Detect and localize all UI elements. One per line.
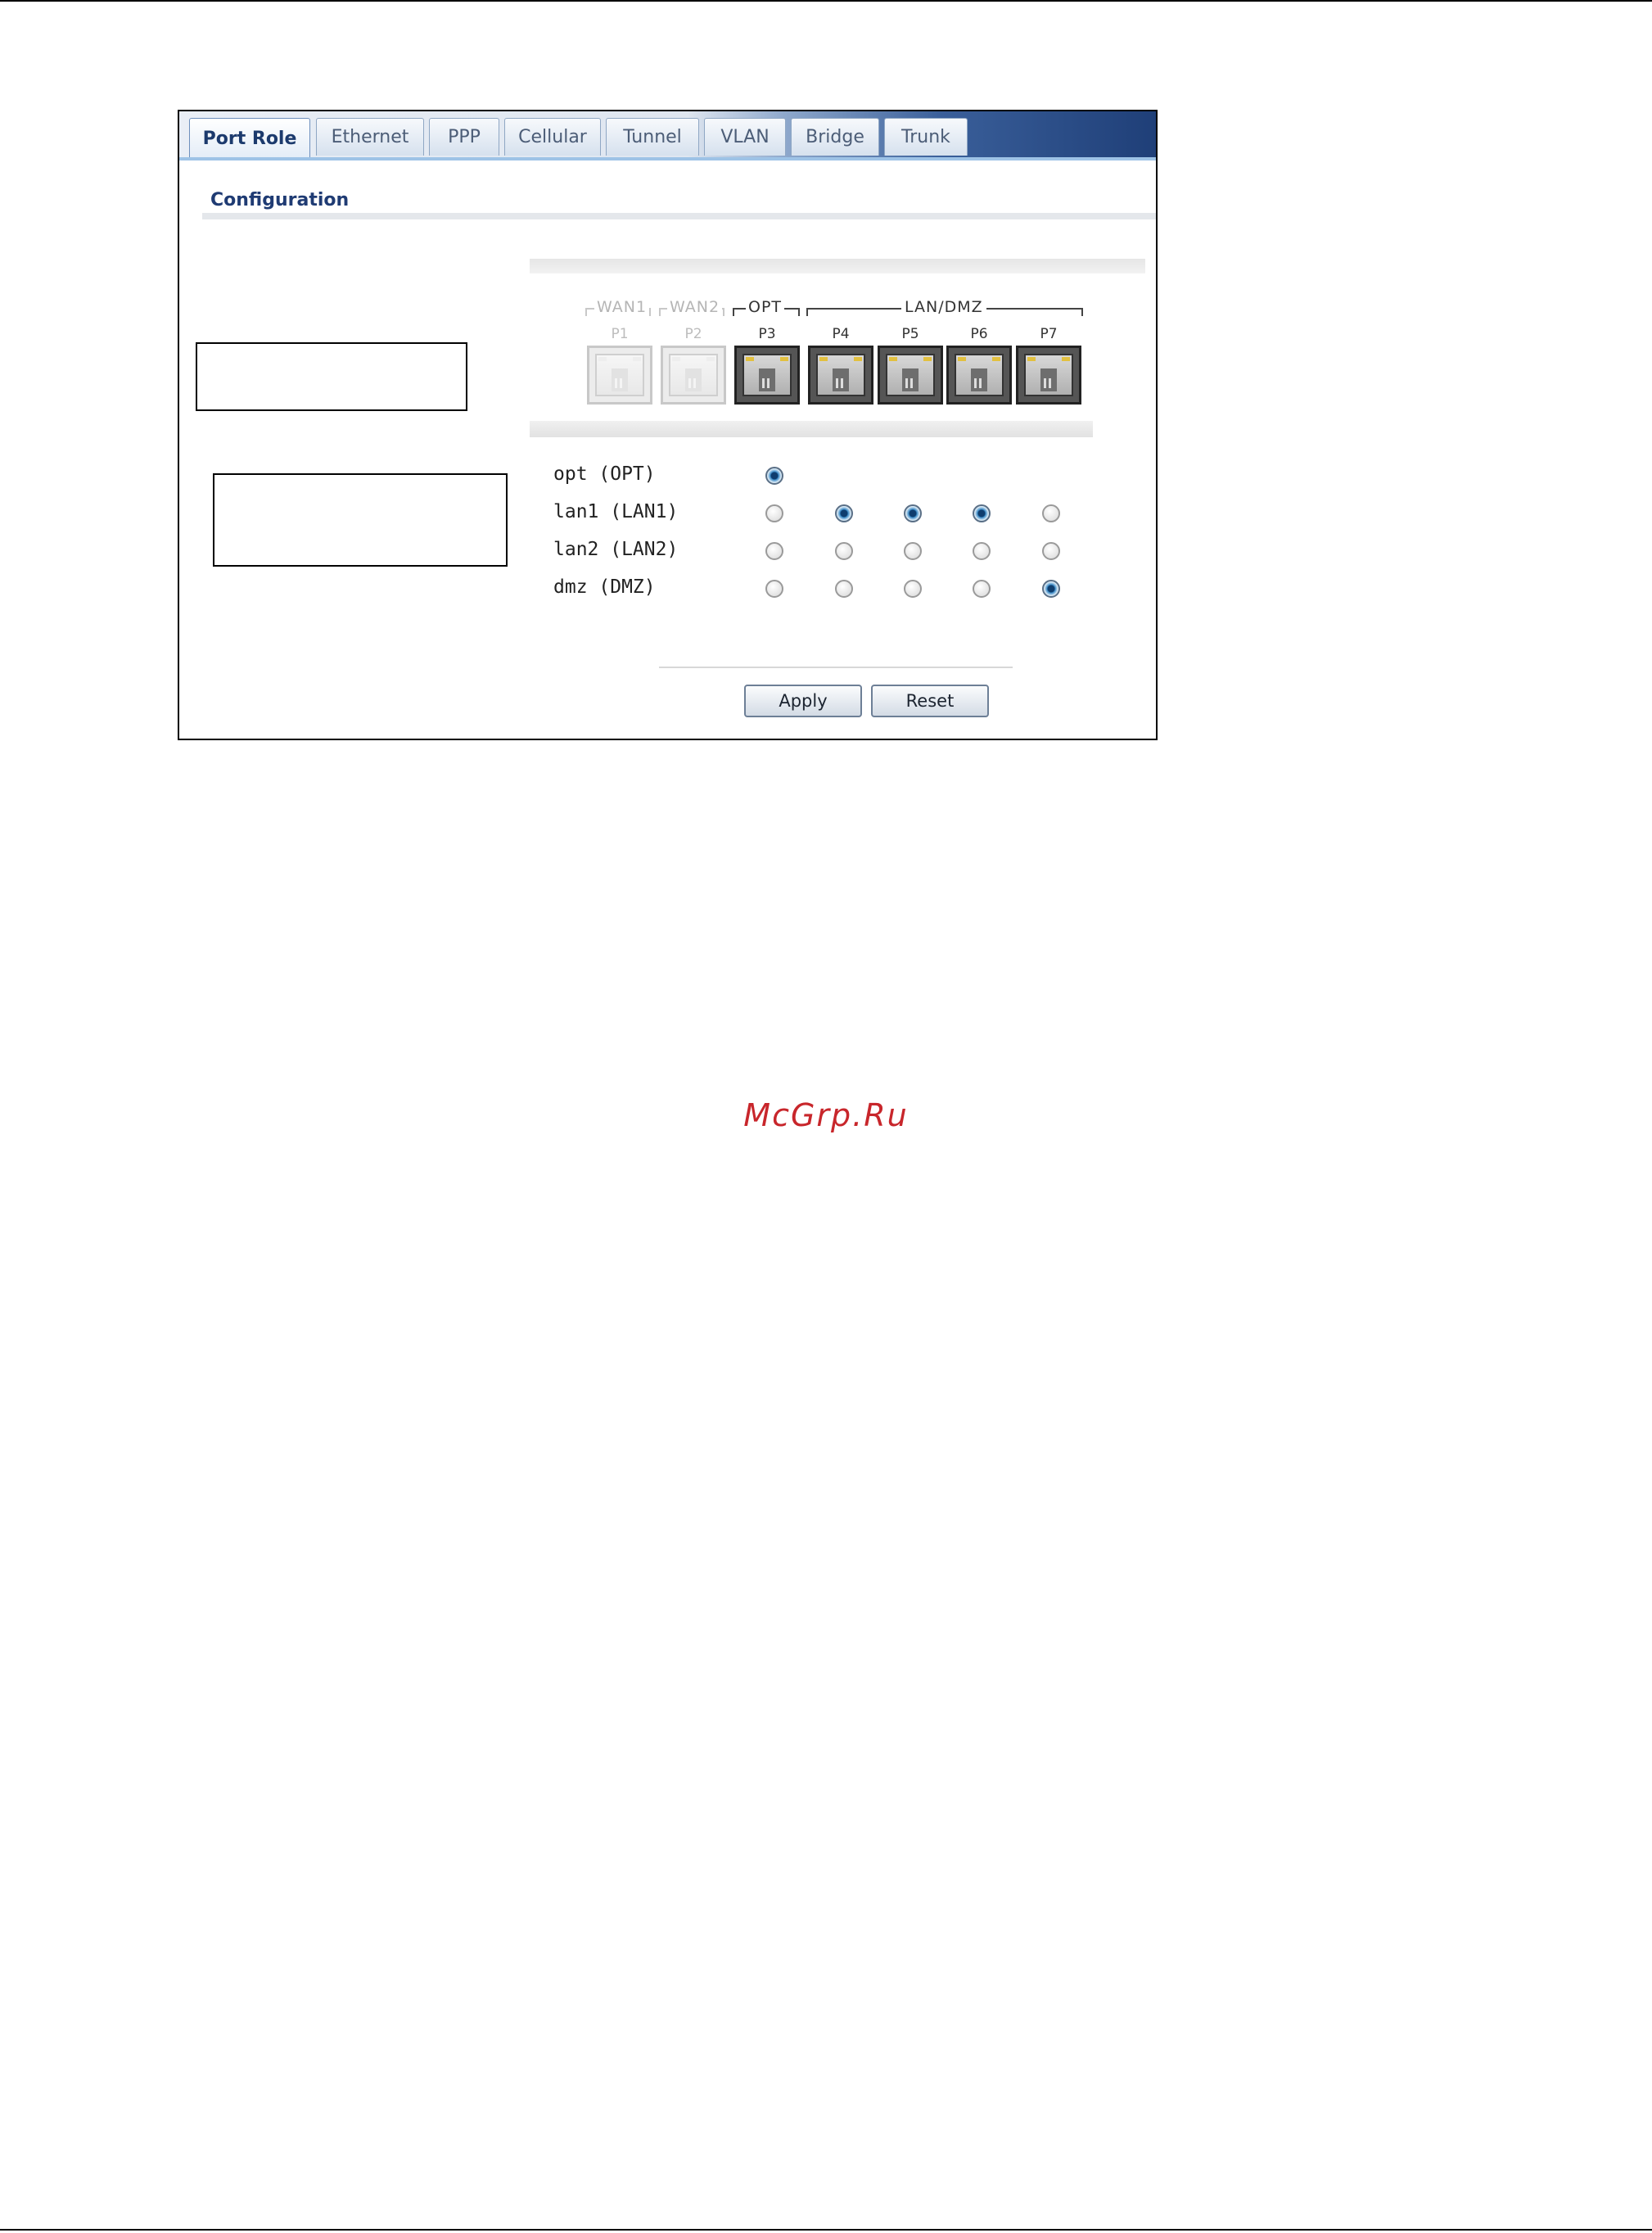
callout-box-ports xyxy=(196,342,467,411)
role-label-lan1: lan1 (LAN1) xyxy=(553,501,679,522)
ethernet-port-icon xyxy=(946,346,1012,405)
section-title: Configuration xyxy=(210,190,350,210)
ethernet-port-icon xyxy=(1016,346,1081,405)
port-panel-top-band xyxy=(530,259,1145,273)
radio-dmz-p6[interactable] xyxy=(973,580,991,598)
wan1-bracket-right xyxy=(649,308,651,316)
radio-lan2-p6[interactable] xyxy=(973,542,991,560)
port-label-p1: P1 xyxy=(611,326,629,342)
role-label-dmz: dmz (DMZ) xyxy=(553,576,656,598)
role-label-lan2: lan2 (LAN2) xyxy=(553,539,679,560)
radio-dmz-p4[interactable] xyxy=(835,580,853,598)
tab-ppp[interactable]: PPP xyxy=(429,118,499,156)
lan-dmz-bracket-right xyxy=(1081,308,1083,316)
radio-lan2-p5[interactable] xyxy=(904,542,922,560)
group-label-lan-dmz: LAN/DMZ xyxy=(901,298,986,316)
group-label-opt: OPT xyxy=(746,298,785,316)
radio-lan1-p4[interactable] xyxy=(835,504,853,522)
radio-dmz-p7[interactable] xyxy=(1042,580,1060,598)
radio-lan2-p3[interactable] xyxy=(765,542,783,560)
tab-bar-underline xyxy=(179,157,1156,160)
ethernet-port-icon xyxy=(808,346,873,405)
ethernet-port-icon xyxy=(661,346,726,405)
ethernet-port-icon xyxy=(734,346,800,405)
ethernet-port-icon xyxy=(587,346,652,405)
wan2-bracket-right xyxy=(723,308,724,316)
ethernet-port-icon xyxy=(878,346,943,405)
radio-dmz-p3[interactable] xyxy=(765,580,783,598)
apply-button[interactable]: Apply xyxy=(744,685,862,717)
tab-vlan[interactable]: VLAN xyxy=(704,118,786,156)
reset-button[interactable]: Reset xyxy=(871,685,989,717)
port-label-p3: P3 xyxy=(758,326,776,342)
radio-lan1-p7[interactable] xyxy=(1042,504,1060,522)
radio-dmz-p5[interactable] xyxy=(904,580,922,598)
section-divider xyxy=(202,213,1156,219)
callout-box-roles xyxy=(213,473,508,567)
screenshot-frame: Port Role Ethernet PPP Cellular Tunnel V… xyxy=(178,110,1158,740)
group-label-wan1: WAN1 xyxy=(594,298,650,316)
port-label-p5: P5 xyxy=(901,326,919,342)
tab-port-role[interactable]: Port Role xyxy=(189,118,310,159)
radio-lan1-p5[interactable] xyxy=(904,504,922,522)
port-label-p6: P6 xyxy=(970,326,988,342)
port-label-p2: P2 xyxy=(684,326,702,342)
tab-bar: Port Role Ethernet PPP Cellular Tunnel V… xyxy=(179,111,1156,159)
radio-lan2-p4[interactable] xyxy=(835,542,853,560)
tab-ethernet[interactable]: Ethernet xyxy=(316,118,424,156)
opt-bracket-right xyxy=(798,308,800,316)
tab-trunk[interactable]: Trunk xyxy=(884,118,968,156)
watermark: McGrp.Ru xyxy=(743,1097,909,1133)
radio-lan2-p7[interactable] xyxy=(1042,542,1060,560)
tab-tunnel[interactable]: Tunnel xyxy=(606,118,699,156)
role-label-opt: opt (OPT) xyxy=(553,463,656,485)
port-panel-bottom-band xyxy=(530,421,1093,437)
port-label-p4: P4 xyxy=(832,326,850,342)
page-bottom-rule xyxy=(0,2229,1652,2231)
radio-opt-p3[interactable] xyxy=(765,467,783,485)
tab-cellular[interactable]: Cellular xyxy=(504,118,601,156)
button-divider xyxy=(659,667,1013,668)
group-label-wan2: WAN2 xyxy=(667,298,723,316)
page-top-rule xyxy=(0,0,1652,2)
radio-lan1-p3[interactable] xyxy=(765,504,783,522)
port-label-p7: P7 xyxy=(1040,326,1058,342)
radio-lan1-p6[interactable] xyxy=(973,504,991,522)
tab-bridge[interactable]: Bridge xyxy=(791,118,879,156)
